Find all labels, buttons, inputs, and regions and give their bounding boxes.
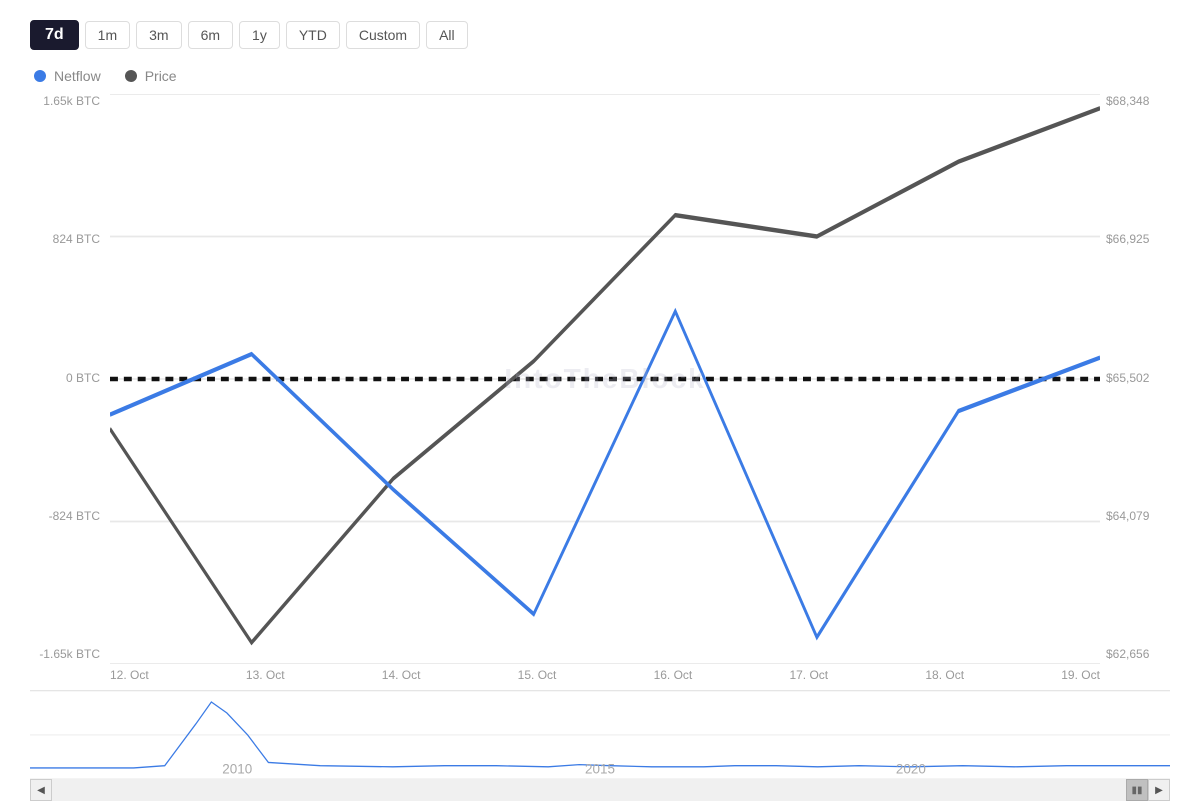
- btn-all[interactable]: All: [426, 21, 468, 49]
- x-label-4: 16. Oct: [654, 668, 693, 682]
- mini-chart: 2010 2015 2020 ◀ ▮▮ ▶: [30, 690, 1170, 790]
- y-right-label-2: $65,502: [1106, 371, 1170, 385]
- svg-text:2010: 2010: [222, 760, 252, 776]
- netflow-dot: [34, 70, 46, 82]
- btn-1y[interactable]: 1y: [239, 21, 280, 49]
- scroll-thumb[interactable]: ▮▮: [1126, 779, 1148, 801]
- btn-ytd[interactable]: YTD: [286, 21, 340, 49]
- x-label-1: 13. Oct: [246, 668, 285, 682]
- price-dot: [125, 70, 137, 82]
- btn-6m[interactable]: 6m: [188, 21, 233, 49]
- x-label-0: 12. Oct: [110, 668, 149, 682]
- main-chart-wrapper: 1.65k BTC 824 BTC 0 BTC -824 BTC -1.65k …: [30, 94, 1170, 686]
- x-label-3: 15. Oct: [518, 668, 557, 682]
- y-axis-left: 1.65k BTC 824 BTC 0 BTC -824 BTC -1.65k …: [30, 94, 110, 686]
- x-label-2: 14. Oct: [382, 668, 421, 682]
- svg-text:2020: 2020: [896, 760, 926, 776]
- scroll-right-arrow[interactable]: ▶: [1148, 779, 1170, 801]
- y-left-label-0: 1.65k BTC: [30, 94, 100, 108]
- y-right-label-1: $66,925: [1106, 232, 1170, 246]
- x-label-5: 17. Oct: [789, 668, 828, 682]
- btn-1m[interactable]: 1m: [85, 21, 130, 49]
- price-label: Price: [145, 68, 177, 84]
- y-right-label-3: $64,079: [1106, 509, 1170, 523]
- y-left-label-1: 824 BTC: [30, 232, 100, 246]
- main-chart: IntoTheBlock: [110, 94, 1100, 664]
- legend-price: Price: [125, 68, 177, 84]
- scrollbar[interactable]: ◀ ▮▮ ▶: [30, 779, 1170, 801]
- y-left-label-2: 0 BTC: [30, 371, 100, 385]
- scroll-track[interactable]: ▮▮: [52, 779, 1148, 801]
- chart-svg-container: IntoTheBlock: [110, 94, 1100, 686]
- netflow-label: Netflow: [54, 68, 101, 84]
- time-range-selector: 7d 1m 3m 6m 1y YTD Custom All: [30, 20, 1170, 50]
- scroll-left-arrow[interactable]: ◀: [30, 779, 52, 801]
- y-right-label-4: $62,656: [1106, 647, 1170, 661]
- btn-custom[interactable]: Custom: [346, 21, 420, 49]
- x-label-7: 19. Oct: [1061, 668, 1100, 682]
- mini-chart-inner: 2010 2015 2020: [30, 691, 1170, 779]
- btn-3m[interactable]: 3m: [136, 21, 181, 49]
- chart-legend: Netflow Price: [30, 68, 1170, 84]
- y-left-label-4: -1.65k BTC: [30, 647, 100, 661]
- x-axis: 12. Oct 13. Oct 14. Oct 15. Oct 16. Oct …: [110, 664, 1100, 686]
- x-label-6: 18. Oct: [925, 668, 964, 682]
- y-axis-right: $68,348 $66,925 $65,502 $64,079 $62,656: [1100, 94, 1170, 686]
- legend-netflow: Netflow: [34, 68, 101, 84]
- btn-7d[interactable]: 7d: [30, 20, 79, 50]
- y-right-label-0: $68,348: [1106, 94, 1170, 108]
- svg-text:2015: 2015: [585, 760, 615, 776]
- y-left-label-3: -824 BTC: [30, 509, 100, 523]
